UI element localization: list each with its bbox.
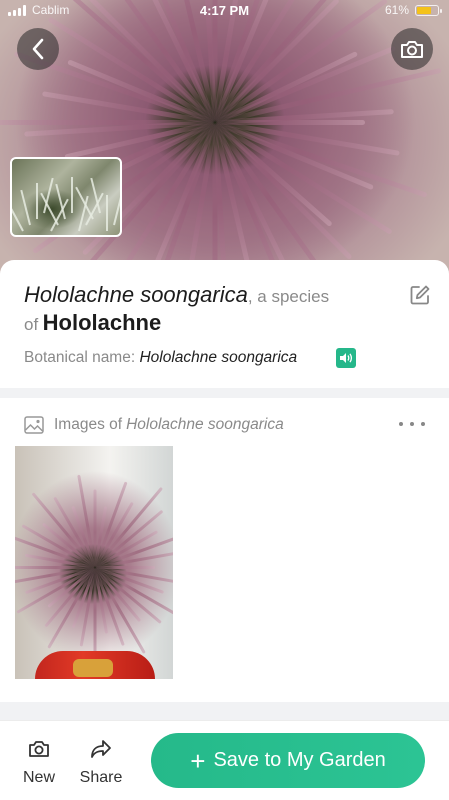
species-title: Hololachne soongarica, a species [24,282,329,308]
images-section-heading: Images of Hololachne soongarica [24,416,284,434]
thumb-stem [75,186,94,220]
battery-level [417,7,431,14]
thumb-stem [106,195,108,231]
chevron-left-icon [32,38,44,60]
thumb-stem [71,177,73,213]
botanical-name-row: Botanical name: Hololachne soongarica [24,349,297,367]
species-info-card: Hololachne soongarica, a species of Holo… [0,260,449,388]
new-label: New [22,769,55,786]
share-button[interactable]: Share [76,737,126,787]
photo-thumbnail[interactable] [10,157,122,237]
thumb-stem [20,189,31,226]
image-icon [24,416,44,434]
foliage-spike [0,120,215,125]
genus-name[interactable]: Hololachne [43,310,162,335]
thumb-stem [36,183,38,219]
section-divider-2 [0,702,449,720]
share-label: Share [79,769,123,786]
save-label: Save to My Garden [213,749,386,771]
speaker-icon [340,353,353,363]
species-suffix: , a species [247,287,330,306]
plant-hero-photo [0,0,449,300]
foliage-spike [95,566,155,569]
thumb-stem [113,189,120,226]
images-heading-prefix: Images of [54,416,123,433]
plus-icon: + [190,745,206,776]
camera-icon [29,741,49,757]
more-options-button[interactable] [399,418,425,430]
new-button[interactable]: New [18,737,60,787]
genus-line: of Hololachne [24,310,161,336]
edit-icon [410,285,430,305]
status-time: 4:17 PM [199,3,250,18]
botanical-label: Botanical name: [24,349,136,366]
gallery-image[interactable] [15,446,173,679]
camera-icon [401,41,423,58]
scientific-name: Hololachne soongarica [24,282,248,307]
pronounce-button[interactable] [336,348,356,368]
thumb-stem [12,198,24,232]
pot-decoration [73,659,113,677]
section-divider [0,388,449,398]
back-button[interactable] [17,28,59,70]
of-text: of [24,315,39,334]
botanical-value: Hololachne soongarica [139,349,298,366]
share-icon [91,740,111,758]
battery-icon [415,5,442,16]
camera-button[interactable] [391,28,433,70]
more-icon [399,422,403,426]
edit-button[interactable] [409,284,431,306]
status-bar: Cablim 4:17 PM 61% [0,0,449,22]
battery-percent: 61% [384,3,409,17]
save-to-garden-button[interactable]: + Save to My Garden [151,733,425,788]
images-heading-species: Hololachne soongarica [126,416,284,433]
